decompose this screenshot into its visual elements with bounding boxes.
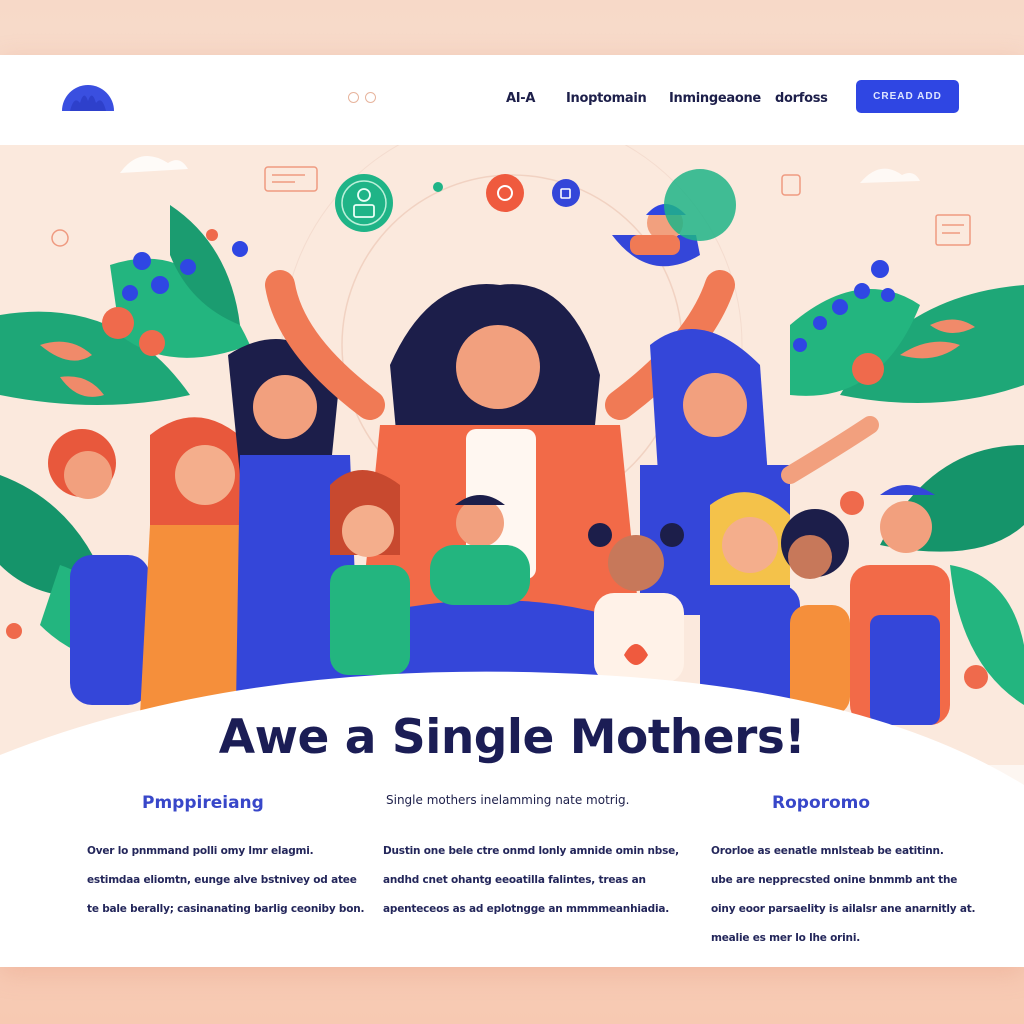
column-3-line: mealie es mer lo lhe orini. <box>711 932 861 944</box>
column-3-line: Ororloe as eenatle mnlsteab be eatitinn. <box>711 845 944 857</box>
profile-badge-icon <box>335 174 393 232</box>
top-navbar: AI-A Inoptomain Inmingeaone dorfoss CREA… <box>0 55 1024 145</box>
column-2-text: Dustin one bele ctre onmd lonly amnide o… <box>383 837 679 924</box>
nav-link-2[interactable]: Inoptomain <box>566 91 647 106</box>
page-headline: Awe a Single Mothers! <box>218 710 806 765</box>
cta-button[interactable]: CREAD ADD <box>856 80 959 113</box>
nav-link-ai[interactable]: AI-A <box>506 91 535 106</box>
nav-link-4[interactable]: dorfoss <box>775 91 828 106</box>
column-1-line: Over lo pnmmand polli omy lmr elagmi. <box>87 845 314 857</box>
column-1-title: Pmppireiang <box>142 793 264 813</box>
heart-circle-icon <box>486 174 524 212</box>
column-1-text: Over lo pnmmand polli omy lmr elagmi. es… <box>87 837 365 924</box>
logo-icon[interactable] <box>60 83 116 111</box>
column-2-subtitle: Single mothers inelamming nate motrig. <box>386 793 630 807</box>
lock-circle-icon <box>552 179 580 207</box>
landing-page: AI-A Inoptomain Inmingeaone dorfoss CREA… <box>0 55 1024 967</box>
column-3-title: Roporomo <box>772 793 871 813</box>
dot-icon <box>433 182 443 192</box>
column-2-line: Dustin one bele ctre onmd lonly amnide o… <box>383 845 679 857</box>
column-3-line: oiny eoor parsaelity is ailalsr ane anar… <box>711 903 976 915</box>
column-1-line: estimdaa eliomtn, eunge alve bstnivey od… <box>87 874 357 886</box>
column-2-line: andhd cnet ohantg eeoatilla falintes, tr… <box>383 874 646 886</box>
nav-link-3[interactable]: Inmingeaone <box>669 91 761 106</box>
nav-decor-icons <box>348 92 376 103</box>
circle-icon <box>365 92 376 103</box>
circle-icon <box>348 92 359 103</box>
column-3-line: ube are nepprecsted onine bnmmb ant the <box>711 874 958 886</box>
column-1-line: te bale berally; casinanating barlig ceo… <box>87 903 365 915</box>
column-3-text: Ororloe as eenatle mnlsteab be eatitinn.… <box>711 837 976 953</box>
column-2-line: apenteceos as ad eplotngge an mmmmeanhia… <box>383 903 670 915</box>
